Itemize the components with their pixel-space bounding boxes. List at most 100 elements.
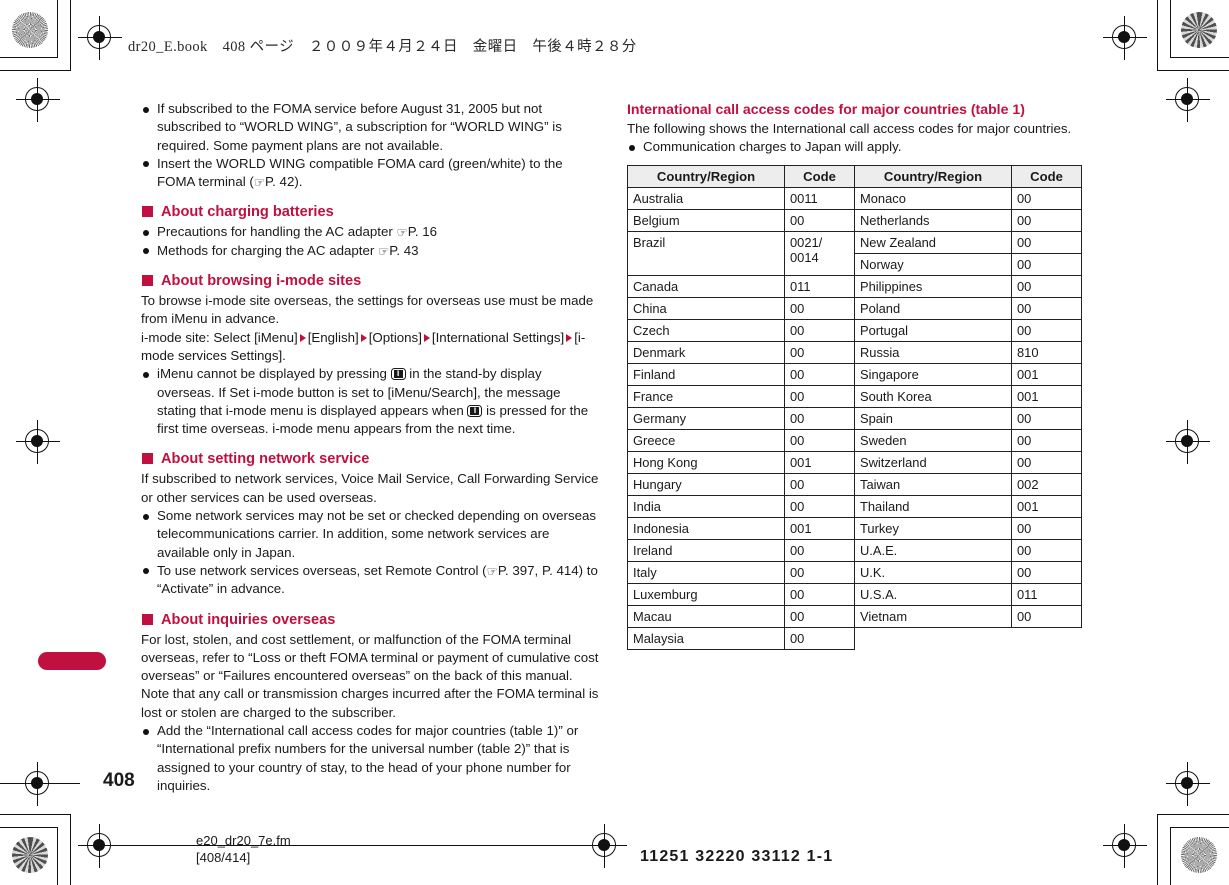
imode-button-icon — [467, 404, 483, 417]
bullet-dot-icon — [143, 229, 149, 236]
section-square-icon — [142, 613, 153, 625]
cell-country-right: U.K. — [854, 560, 1012, 584]
table-row: Germany 00 Spain 00 — [627, 406, 1082, 430]
book-header-line: dr20_E.book 408 ページ ２００９年４月２４日 金曜日 午後４時２… — [128, 39, 637, 55]
cell-code-right: 00 — [1011, 230, 1082, 254]
cell-country-right: U.A.E. — [854, 538, 1012, 562]
section-square-icon — [142, 453, 153, 465]
cell-code-left: 00 — [784, 340, 855, 364]
cell-code-left: 001 — [784, 450, 855, 474]
bullet-remote-control: To use network services overseas, set Re… — [141, 562, 599, 599]
crop-line-top-left-h — [0, 57, 58, 59]
bullet-add-access-codes: Add the “International call access codes… — [141, 722, 599, 795]
section-heading-label: About setting network service — [161, 451, 370, 468]
table-row: Hong Kong 001 Switzerland 00 — [627, 450, 1082, 474]
bullet-text: Methods for charging the AC adapter — [157, 242, 379, 258]
crop-rule-bottom — [100, 845, 590, 847]
column-header-country-left: Country/Region — [627, 164, 785, 188]
bullet-text: Add the “International call access codes… — [157, 723, 579, 793]
cell-code-left: 00 — [784, 296, 855, 320]
registration-target-mid-right — [1166, 420, 1210, 464]
cell-code-right: 00 — [1011, 604, 1082, 628]
bullet-dot-icon — [143, 728, 149, 735]
table-row: Belgium 00 Netherlands 00 — [627, 208, 1082, 232]
table-row: Luxemburg 00 U.S.A. 011 — [627, 582, 1082, 606]
cell-code-left: 00 — [784, 362, 855, 386]
paragraph-network-intro: If subscribed to network services, Voice… — [141, 471, 599, 505]
crop-line-bottom-left-h — [0, 827, 58, 829]
cell-code-right: 00 — [1011, 450, 1082, 474]
cell-country-right: South Korea — [854, 384, 1012, 408]
path-arrow-icon — [360, 334, 367, 343]
table-row: India 00 Thailand 001 — [627, 494, 1082, 518]
table-row: China 00 Poland 00 — [627, 296, 1082, 320]
barcode-number: 11251 32220 33112 1-1 — [640, 848, 834, 865]
cell-country-right: Turkey — [854, 516, 1012, 540]
bullet-text: If subscribed to the FOMA service before… — [157, 101, 562, 153]
section-heading-label: About inquiries overseas — [161, 611, 336, 628]
file-reference: e20_dr20_7e.fm [408/414] — [196, 832, 291, 866]
table-row: Italy 00 U.K. 00 — [627, 560, 1082, 584]
cell-country-left: Malaysia — [627, 626, 785, 650]
cell-code-right: 00 — [1011, 538, 1082, 562]
file-name: e20_dr20_7e.fm — [196, 833, 291, 848]
bullet-dot-icon — [143, 568, 149, 575]
crop-line-top-left-h2 — [0, 70, 71, 72]
table-row: Hungary 00 Taiwan 002 — [627, 472, 1082, 496]
table-row: Indonesia 001 Turkey 00 — [627, 516, 1082, 540]
bullet-text: Communication charges to Japan will appl… — [643, 139, 902, 155]
column-header-code-right: Code — [1011, 164, 1082, 188]
section-square-icon — [142, 275, 153, 287]
imode-path-item: [Options] — [368, 329, 422, 345]
bullet-dot-icon — [629, 144, 635, 151]
cell-country-left: Czech — [627, 318, 785, 342]
cell-code-left: 00 — [784, 538, 855, 562]
cell-code-left: 00 — [784, 604, 855, 628]
cell-code-left: 00 — [784, 208, 855, 232]
table-header-row: Country/Region Code Country/Region Code — [627, 164, 1082, 188]
cell-country-right: Switzerland — [854, 450, 1012, 474]
cell-country-right: Poland — [854, 296, 1012, 320]
crop-line-top-right-h2 — [1157, 70, 1229, 72]
table-row: Malaysia 00 — [627, 626, 1082, 650]
cell-code-right: 00 — [1011, 516, 1082, 540]
bullet-text: Some network services may not be set or … — [157, 508, 597, 560]
registration-rosette-bottom-left — [12, 837, 48, 873]
right-column-title: International call access codes for majo… — [627, 101, 1025, 117]
cell-country-left: Indonesia — [627, 516, 785, 540]
cell-country-right: Taiwan — [854, 472, 1012, 496]
page-reference-icon: ☞ — [396, 224, 408, 240]
right-column: International call access codes for majo… — [627, 100, 1083, 650]
cell-code-left: 00 — [784, 384, 855, 408]
column-header-code-left: Code — [784, 164, 855, 188]
cell-code-left: 00 — [784, 560, 855, 584]
path-arrow-icon — [566, 334, 573, 343]
bullet-dot-icon — [143, 513, 149, 520]
cell-code-right: 810 — [1011, 340, 1082, 364]
cell-code-right — [1012, 627, 1082, 649]
cell-code-left: 00 — [784, 406, 855, 430]
cell-code-right: 002 — [1011, 472, 1082, 496]
cell-code-left: 00 — [784, 428, 855, 452]
paragraph-imode-path: i-mode site: Select [iMenu] [English] [Opt… — [141, 329, 599, 366]
path-arrow-icon — [423, 334, 430, 343]
cell-code-right: 00 — [1011, 208, 1082, 232]
cell-code-right: 001 — [1011, 362, 1082, 386]
bullet-text: Insert the WORLD WING compatible FOMA ca… — [157, 155, 563, 190]
cell-country-right: Monaco — [854, 186, 1012, 210]
cell-country-right: Singapore — [854, 362, 1012, 386]
cell-country-right: Thailand — [854, 494, 1012, 518]
imode-path-lead: i-mode site: Select [iMenu] — [141, 329, 298, 345]
cell-country-right: Netherlands — [854, 208, 1012, 232]
bullet-text-tail: P. 42). — [265, 174, 303, 190]
cell-code-left: 001 — [784, 516, 855, 540]
section-square-icon — [142, 206, 153, 218]
cell-code-right: 00 — [1011, 406, 1082, 430]
table-row: Australia 0011 Monaco 00 — [627, 186, 1082, 210]
page-reference-icon: ☞ — [253, 174, 266, 190]
cell-country-left: China — [627, 296, 785, 320]
crop-line-top-right-v2 — [1157, 0, 1159, 71]
table-row: Canada 011 Philippines 00 — [627, 274, 1082, 298]
bullet-dot-icon — [143, 371, 149, 378]
cell-code-left: 00 — [784, 472, 855, 496]
